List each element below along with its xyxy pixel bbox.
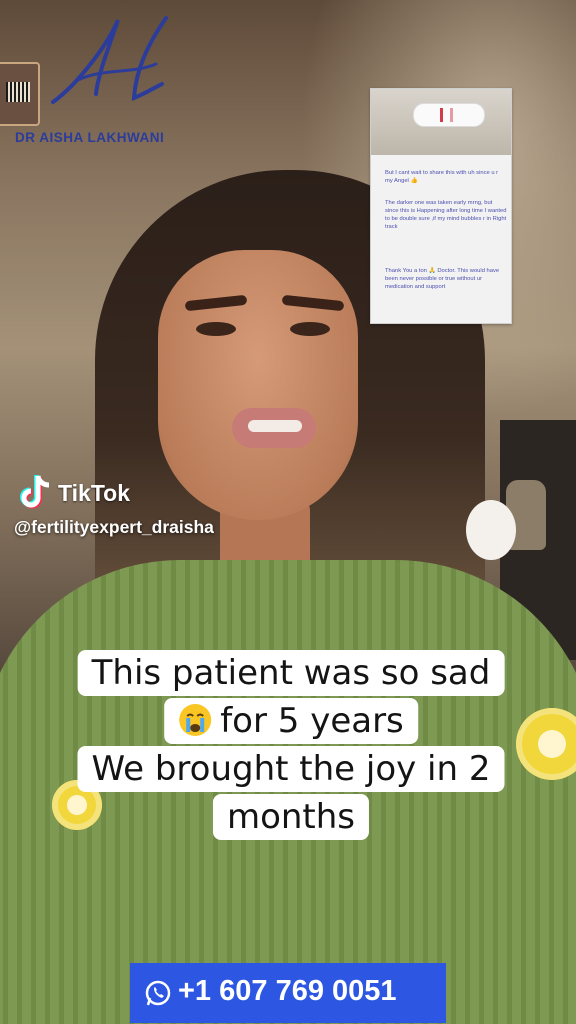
caption-line: We brought the joy in 2	[77, 746, 505, 792]
caption-line: months	[212, 794, 370, 840]
presenter-face	[158, 250, 358, 520]
chat-message: But I cant wait to share this with uh si…	[385, 170, 499, 184]
chat-message: The darker one was taken early mrng, but…	[385, 200, 507, 230]
phone-number: +1 607 769 0051	[178, 975, 397, 1007]
crying-face-icon	[179, 704, 212, 736]
caption-line: This patient was so sad	[77, 650, 505, 696]
creator-handle: @fertilityexpert_draisha	[14, 517, 214, 537]
pregnancy-test-icon	[413, 103, 485, 127]
tiktok-label: TikTok	[58, 480, 130, 506]
caption-line: for 5 years	[164, 698, 418, 744]
chat-message: Thank You a ton 🙏 Doctor. This would hav…	[385, 268, 500, 290]
tiktok-logo-icon	[20, 475, 50, 509]
brand-name: DR AISHA LAKHWANI	[15, 130, 165, 145]
brand-logo: DR AISHA LAKHWANI	[0, 10, 210, 145]
presenter-teeth	[248, 420, 302, 432]
left-eye	[196, 322, 236, 336]
aa-monogram-icon	[51, 16, 168, 104]
contact-phone-bar[interactable]: +1 607 769 0051	[130, 963, 446, 1023]
pregnancy-test-photo	[371, 89, 511, 155]
whatsapp-icon	[145, 980, 171, 1006]
white-flower-icon	[466, 500, 516, 560]
right-eye	[290, 322, 330, 336]
patient-message-card: But I cant wait to share this with uh si…	[370, 88, 512, 324]
